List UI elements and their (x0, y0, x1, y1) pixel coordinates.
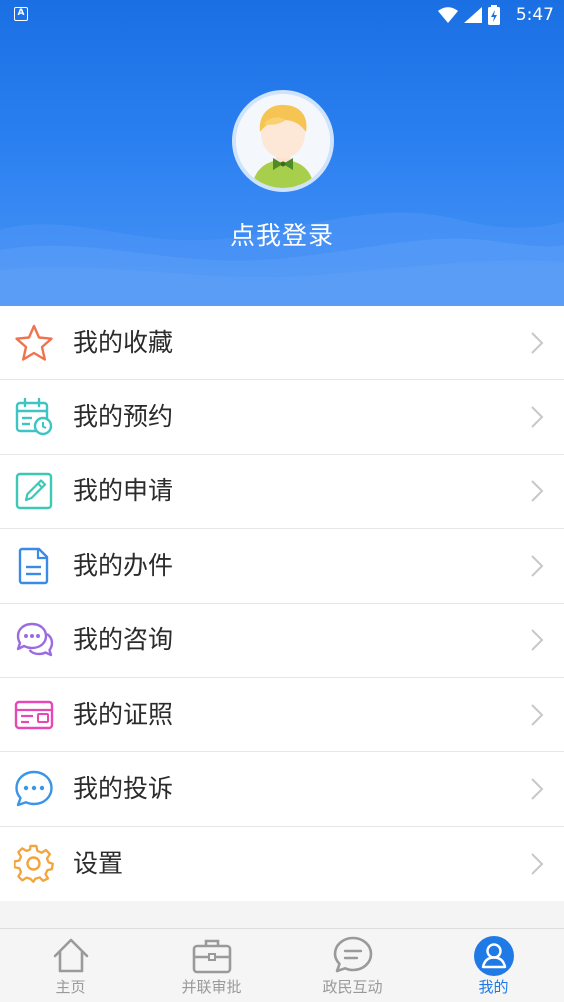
status-icons (438, 5, 500, 25)
calendar-clock-icon (15, 397, 53, 436)
chevron-right-icon (531, 778, 544, 800)
chevron-right-icon (531, 853, 544, 875)
menu-label: 设置 (73, 848, 124, 878)
battery-icon (488, 5, 500, 25)
bottom-tab-bar: 主页 并联审批 政民互动 我的 (0, 928, 564, 1002)
status-bar: A 5:47 (0, 0, 564, 30)
user-icon (473, 936, 514, 976)
chevron-right-icon (531, 331, 544, 354)
menu-list: 我的收藏 我的预约 我的申请 我的办件 我的咨询 我的证照 我的投诉 设置 (0, 306, 564, 902)
menu-label: 我的办件 (73, 550, 174, 580)
chat-icon (333, 936, 372, 973)
id-card-icon (14, 700, 54, 729)
tab-interaction[interactable]: 政民互动 (282, 929, 423, 1002)
document-icon (18, 547, 49, 585)
menu-item-consultations[interactable]: 我的咨询 (0, 604, 564, 678)
tab-label: 政民互动 (322, 978, 383, 996)
tab-label: 并联审批 (181, 978, 242, 996)
menu-label: 我的收藏 (73, 327, 174, 357)
menu-item-licenses[interactable]: 我的证照 (0, 678, 564, 753)
chat-bubbles-icon (16, 623, 54, 657)
avatar[interactable] (232, 90, 334, 192)
menu-item-appointments[interactable]: 我的预约 (0, 380, 564, 455)
chevron-right-icon (531, 555, 544, 577)
chevron-right-icon (531, 480, 544, 503)
tab-parallel-approval[interactable]: 并联审批 (141, 929, 282, 1002)
menu-label: 我的证照 (73, 699, 174, 729)
tab-label: 主页 (55, 978, 86, 996)
profile-header: A 5:47 点我登录 (0, 0, 564, 306)
menu-label: 我的预约 (73, 402, 174, 432)
menu-item-cases[interactable]: 我的办件 (0, 529, 564, 604)
menu-item-favorites[interactable]: 我的收藏 (0, 306, 564, 381)
status-time: 5:47 (515, 5, 554, 25)
chevron-right-icon (531, 629, 544, 651)
star-icon (15, 324, 53, 361)
chevron-right-icon (531, 406, 544, 428)
default-avatar-icon (236, 94, 330, 188)
menu-label: 我的咨询 (73, 625, 174, 655)
menu-item-applications[interactable]: 我的申请 (0, 455, 564, 530)
notification-badge: A (14, 7, 28, 21)
chevron-right-icon (531, 703, 544, 726)
tab-mine[interactable]: 我的 (423, 929, 564, 1002)
menu-item-settings[interactable]: 设置 (0, 827, 564, 901)
wifi-icon (438, 7, 458, 23)
login-prompt[interactable]: 点我登录 (0, 218, 564, 254)
briefcase-icon (192, 939, 231, 974)
app-root: A 5:47 点我登录 我的收藏 我的预约 我的申请 我的办件 我的咨询 我的证… (0, 0, 564, 1002)
signal-icon (464, 7, 482, 23)
menu-label: 我的申请 (73, 476, 174, 506)
gear-icon (14, 844, 54, 883)
tab-home[interactable]: 主页 (0, 929, 141, 1002)
home-icon (53, 938, 88, 973)
tab-label: 我的 (478, 978, 509, 996)
message-dots-icon (15, 770, 53, 807)
menu-label: 我的投诉 (73, 774, 174, 804)
pencil-edit-icon (15, 473, 53, 510)
menu-item-complaints[interactable]: 我的投诉 (0, 752, 564, 827)
